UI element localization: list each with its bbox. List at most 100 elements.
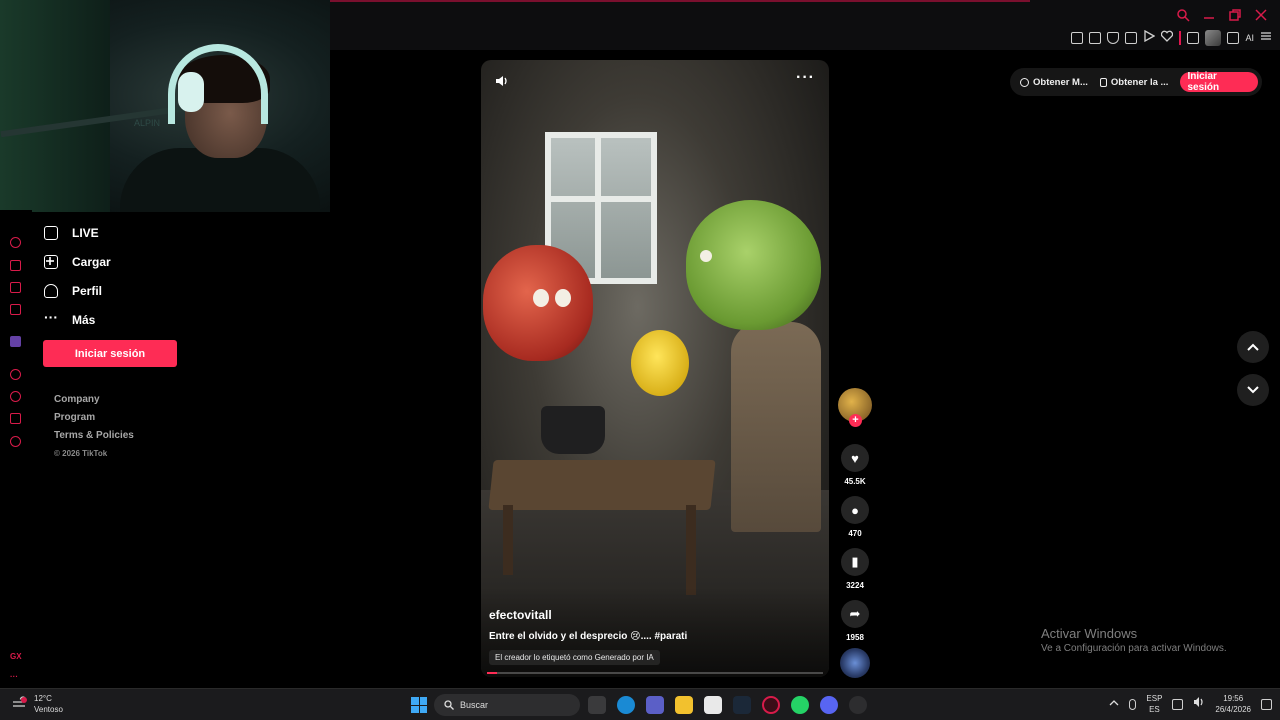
video-scene-eye xyxy=(700,250,712,262)
comment-count: 470 xyxy=(848,529,862,538)
heart-icon[interactable]: ♥ xyxy=(841,444,869,472)
weather-widget[interactable]: 12°C Ventoso xyxy=(12,693,63,715)
teams-icon[interactable] xyxy=(646,696,664,714)
comment-icon[interactable]: ● xyxy=(841,496,869,524)
task-view-icon[interactable] xyxy=(588,696,606,714)
download-icon[interactable] xyxy=(1227,32,1240,44)
close-icon[interactable] xyxy=(1254,8,1268,22)
bookmark-icon[interactable]: ▮ xyxy=(841,548,869,576)
chevron-down-icon xyxy=(1247,386,1259,394)
sidebar-login-button[interactable]: Iniciar sesión xyxy=(43,340,177,367)
profile-avatar[interactable] xyxy=(1205,30,1222,46)
save-action: ▮ 3224 xyxy=(841,548,869,590)
network-icon[interactable] xyxy=(1172,698,1184,710)
video-player[interactable]: ··· efectovitall Entre el olvido y el de… xyxy=(481,60,829,677)
language-indicator[interactable]: ESP ES xyxy=(1146,693,1162,715)
video-more-icon[interactable]: ··· xyxy=(796,70,815,86)
whatsapp-icon[interactable] xyxy=(791,696,809,714)
live-tv-icon xyxy=(44,225,58,240)
previous-video-button[interactable] xyxy=(1237,331,1269,363)
share-arrow-icon[interactable]: ➦ xyxy=(841,600,869,628)
windows-taskbar: 12°C Ventoso Buscar ESP ES 19:56 26/4/20… xyxy=(0,688,1280,720)
shield-icon[interactable] xyxy=(1107,32,1120,44)
taskbar-clock[interactable]: 19:56 26/4/2026 xyxy=(1215,693,1251,715)
toolbar-separator xyxy=(1179,31,1182,45)
follow-plus-icon[interactable]: + xyxy=(849,414,862,427)
volume-icon[interactable] xyxy=(1193,695,1205,713)
video-description: Entre el olvido y el desprecio 😢.... #pa… xyxy=(489,631,688,642)
heart-icon[interactable] xyxy=(1161,29,1174,47)
gx-sidebar: GX ··· xyxy=(0,210,32,688)
windows-start-icon[interactable] xyxy=(411,697,427,713)
restore-icon[interactable] xyxy=(1228,8,1242,22)
sound-icon[interactable] xyxy=(495,74,509,88)
next-video-button[interactable] xyxy=(1237,374,1269,406)
footer-links: Company Program Terms & Policies © 2026 … xyxy=(54,394,134,466)
ai-icon[interactable]: AI xyxy=(1245,33,1254,43)
edge-icon[interactable] xyxy=(617,696,635,714)
settings-icon[interactable] xyxy=(10,436,21,447)
footer-link-program[interactable]: Program xyxy=(54,412,134,430)
microphone-icon[interactable] xyxy=(1129,698,1137,710)
nav-item-profile[interactable]: Perfil xyxy=(44,276,204,305)
nav-item-live[interactable]: LIVE xyxy=(44,218,204,247)
get-coins-link[interactable]: Obtener M... xyxy=(1020,77,1088,88)
search-icon xyxy=(444,700,454,710)
pin-icon[interactable] xyxy=(1071,32,1084,44)
opera-gx-icon[interactable] xyxy=(762,696,780,714)
video-actions: + ♥ 45.5K ● 470 ▮ 3224 ➦ 1958 xyxy=(838,388,872,678)
steam-icon[interactable] xyxy=(733,696,751,714)
settings-app-icon[interactable] xyxy=(849,696,867,714)
coin-icon xyxy=(1020,77,1029,87)
gx-control-icon[interactable] xyxy=(10,237,21,248)
player-icon[interactable] xyxy=(10,369,21,380)
nav-item-label: Perfil xyxy=(72,283,103,298)
gx-news-icon[interactable] xyxy=(10,304,21,315)
creator-avatar[interactable]: + xyxy=(838,388,872,427)
discord-icon[interactable] xyxy=(820,696,838,714)
person-icon xyxy=(44,283,58,298)
video-progress-bar[interactable] xyxy=(487,672,823,674)
more-dots-icon[interactable]: ··· xyxy=(10,672,18,681)
music-disc-icon[interactable] xyxy=(840,648,870,678)
tiktok-nav: LIVE Cargar Perfil ··· Más xyxy=(44,218,204,334)
like-action: ♥ 45.5K xyxy=(841,444,869,486)
translate-icon[interactable] xyxy=(1125,32,1138,44)
language-code: ESP xyxy=(1146,694,1163,703)
notification-icon[interactable] xyxy=(1261,698,1272,710)
file-explorer-icon[interactable] xyxy=(675,696,693,714)
header-login-button[interactable]: Iniciar sesión xyxy=(1180,71,1258,93)
nav-item-upload[interactable]: Cargar xyxy=(44,247,204,276)
gx-store-icon[interactable] xyxy=(10,282,21,293)
extensions-sidebar-icon[interactable] xyxy=(10,413,21,424)
gx-logo: GX xyxy=(10,652,22,661)
taskbar-search[interactable]: Buscar xyxy=(434,694,580,716)
video-scene-lemon xyxy=(631,330,689,396)
twitch-icon[interactable] xyxy=(10,336,21,347)
footer-link-terms[interactable]: Terms & Policies xyxy=(54,430,134,448)
nav-item-more[interactable]: ··· Más xyxy=(44,305,204,334)
snapshot-icon[interactable] xyxy=(1089,32,1102,44)
menu-icon[interactable] xyxy=(1260,29,1272,47)
footer-link-company[interactable]: Company xyxy=(54,394,134,412)
store-icon[interactable] xyxy=(704,696,722,714)
phone-icon xyxy=(1099,77,1107,87)
get-app-link[interactable]: Obtener la ... xyxy=(1099,77,1168,88)
comment-action: ● 470 xyxy=(841,496,869,538)
play-icon[interactable] xyxy=(1143,29,1156,47)
more-dots-icon: ··· xyxy=(44,308,58,325)
taskbar-search-label: Buscar xyxy=(460,700,489,710)
weather-temperature: 12°C xyxy=(34,694,52,703)
gx-corner-icon[interactable] xyxy=(10,260,21,271)
minimize-icon[interactable] xyxy=(1202,8,1216,22)
clock-date: 26/4/2026 xyxy=(1215,705,1251,714)
header-actions: Obtener M... Obtener la ... Iniciar sesi… xyxy=(1010,68,1262,96)
clock-time: 19:56 xyxy=(1223,694,1244,703)
share-count: 1958 xyxy=(846,633,864,642)
chevron-up-icon[interactable] xyxy=(1109,695,1119,713)
video-username[interactable]: efectovitall xyxy=(489,608,552,622)
history-icon[interactable] xyxy=(10,391,21,402)
get-coins-label: Obtener M... xyxy=(1033,76,1088,88)
search-icon[interactable] xyxy=(1176,8,1190,22)
extensions-icon[interactable] xyxy=(1187,32,1200,44)
